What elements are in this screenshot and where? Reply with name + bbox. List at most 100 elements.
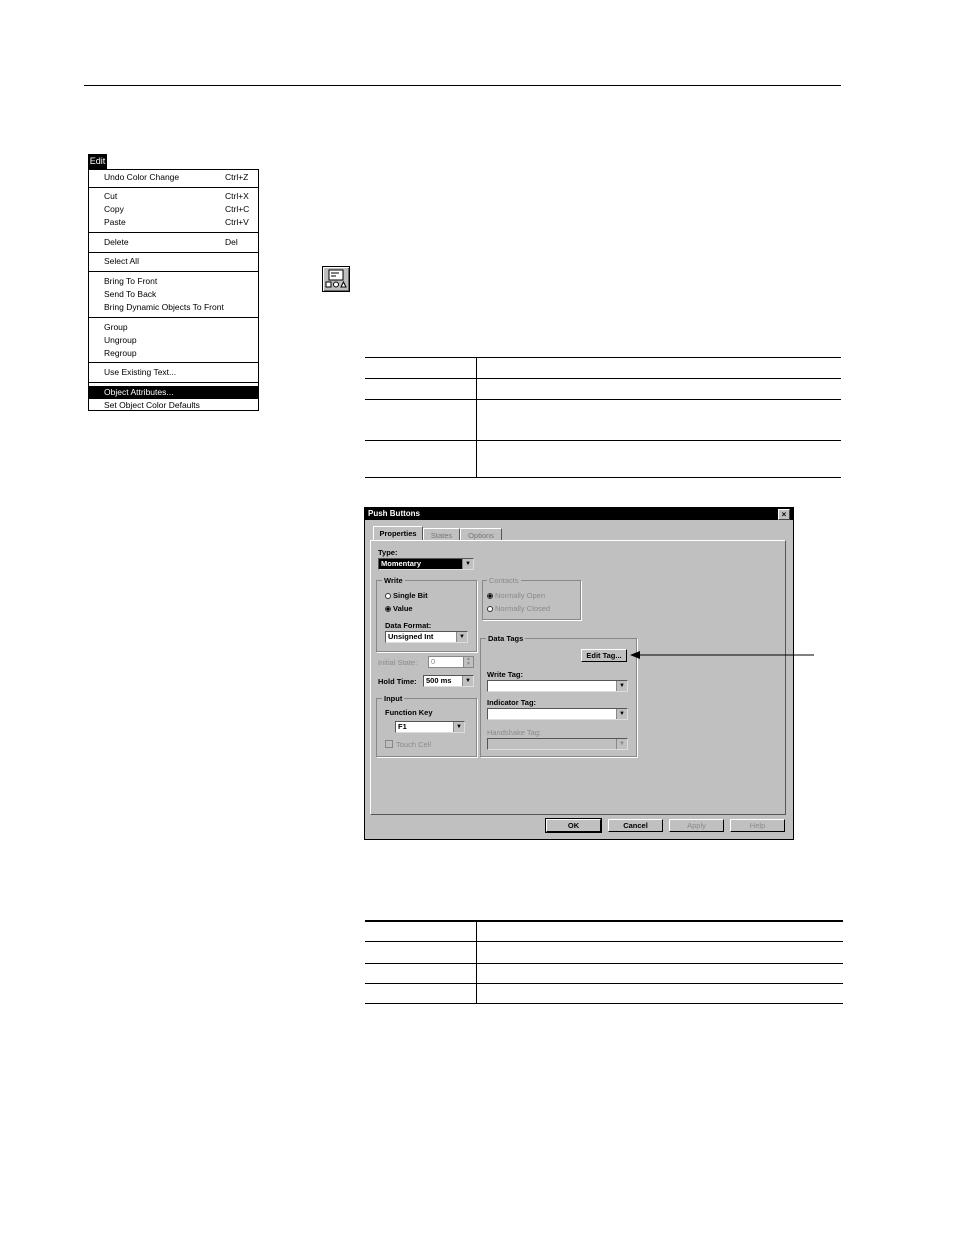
chevron-down-icon: ▼ — [616, 739, 627, 749]
menu-item-cut[interactable]: Cut Ctrl+X — [89, 190, 258, 203]
write-single-bit-radio[interactable]: Single Bit — [385, 591, 428, 600]
close-icon[interactable]: × — [778, 509, 790, 520]
menu-separator — [89, 317, 258, 318]
menu-item-label: Group — [104, 322, 128, 332]
menu-separator — [89, 252, 258, 253]
menu-item-label: Regroup — [104, 348, 137, 358]
dialog-title: Push Buttons — [368, 509, 420, 518]
radio-icon — [487, 606, 493, 612]
table-rule — [365, 983, 843, 984]
tab-properties[interactable]: Properties — [373, 526, 423, 541]
menu-item-label: Cut — [104, 191, 118, 201]
table-column-divider — [476, 357, 477, 478]
radio-label: Normally Closed — [495, 604, 551, 613]
initial-state-spinner[interactable]: 0 ▲ ▼ — [428, 656, 474, 668]
menu-item-label: Undo Color Change — [104, 172, 180, 182]
radio-label: Single Bit — [393, 591, 428, 600]
contacts-group — [482, 580, 581, 620]
table-rule — [365, 920, 843, 922]
menu-item-label: Object Attributes... — [104, 387, 174, 397]
spinner-arrows-icon: ▲ ▼ — [463, 657, 473, 667]
menu-item-label: Copy — [104, 204, 124, 214]
radio-icon — [487, 593, 493, 599]
radio-icon — [385, 606, 391, 612]
menu-item-shortcut: Ctrl+V — [225, 217, 249, 227]
apply-button[interactable]: Apply — [669, 819, 724, 832]
menu-item-label: Bring To Front — [104, 276, 158, 286]
type-select[interactable]: Momentary ▼ — [378, 558, 474, 570]
hold-time-label: Hold Time: — [378, 677, 417, 686]
function-key-label: Function Key — [385, 708, 433, 717]
normally-open-radio[interactable]: Normally Open — [487, 591, 545, 600]
table-rule — [365, 1003, 843, 1004]
edit-menu-title[interactable]: Edit — [88, 154, 107, 169]
touch-cell-checkbox[interactable]: Touch Cell — [385, 740, 431, 749]
table-rule — [365, 941, 843, 942]
menu-item-copy[interactable]: Copy Ctrl+C — [89, 203, 258, 216]
page-top-rule — [84, 85, 841, 86]
cancel-button[interactable]: Cancel — [608, 819, 663, 832]
menu-item-label: Delete — [104, 237, 129, 247]
radio-label: Value — [393, 604, 413, 613]
hold-time-select[interactable]: 500 ms ▼ — [423, 675, 474, 687]
write-value-radio[interactable]: Value — [385, 604, 413, 613]
menu-item-label: Set Object Color Defaults — [104, 400, 200, 410]
menu-item-ungroup[interactable]: Ungroup — [89, 334, 258, 347]
data-format-label: Data Format: — [385, 621, 432, 630]
function-key-select[interactable]: F1 ▼ — [395, 721, 465, 733]
write-tag-select[interactable]: ▼ — [487, 680, 628, 692]
menu-item-send-to-back[interactable]: Send To Back — [89, 288, 258, 301]
menu-item-delete[interactable]: Delete Del — [89, 236, 258, 249]
type-select-value: Momentary — [381, 559, 422, 568]
menu-item-undo[interactable]: Undo Color Change Ctrl+Z — [89, 171, 258, 184]
write-group-label: Write — [382, 576, 405, 585]
edit-menu: Undo Color Change Ctrl+Z Cut Ctrl+X Copy… — [88, 169, 259, 411]
menu-item-bring-dynamic-to-front[interactable]: Bring Dynamic Objects To Front — [89, 301, 258, 314]
table-rule — [365, 399, 841, 400]
menu-item-group[interactable]: Group — [89, 321, 258, 334]
menu-separator — [89, 271, 258, 272]
menu-item-label: Paste — [104, 217, 126, 227]
handshake-tag-label: Handshake Tag: — [487, 728, 542, 737]
menu-item-paste[interactable]: Paste Ctrl+V — [89, 216, 258, 229]
edit-tag-button[interactable]: Edit Tag... — [581, 649, 627, 662]
menu-item-shortcut: Del — [225, 237, 238, 247]
menu-item-shortcut: Ctrl+C — [225, 204, 250, 214]
normally-closed-radio[interactable]: Normally Closed — [487, 604, 550, 613]
menu-separator — [89, 382, 258, 383]
table-rule — [365, 477, 841, 478]
chevron-down-icon: ▼ — [616, 681, 627, 691]
checkbox-icon — [385, 740, 393, 748]
function-key-value: F1 — [398, 722, 407, 731]
menu-separator — [89, 362, 258, 363]
input-group-label: Input — [382, 694, 405, 703]
menu-item-shortcut: Ctrl+X — [225, 191, 249, 201]
push-buttons-dialog: Push Buttons × Properties States Options… — [364, 507, 794, 840]
menu-item-use-existing-text[interactable]: Use Existing Text... — [89, 366, 258, 379]
menu-item-regroup[interactable]: Regroup — [89, 347, 258, 360]
push-button-tool-icon[interactable] — [322, 266, 350, 292]
initial-state-value: 0 — [431, 657, 436, 666]
chevron-down-icon: ▼ — [462, 676, 473, 686]
menu-item-object-attributes[interactable]: Object Attributes... — [89, 386, 258, 399]
menu-item-bring-to-front[interactable]: Bring To Front — [89, 275, 258, 288]
menu-item-set-object-color-defaults[interactable]: Set Object Color Defaults — [89, 399, 258, 412]
type-label: Type: — [378, 548, 398, 557]
table-rule — [365, 357, 841, 358]
radio-icon — [385, 593, 391, 599]
dialog-title-bar: Push Buttons × — [365, 508, 793, 520]
chevron-down-icon: ▼ — [453, 722, 464, 732]
data-tags-group-label: Data Tags — [486, 634, 526, 643]
menu-item-label: Select All — [104, 256, 139, 266]
indicator-tag-select[interactable]: ▼ — [487, 708, 628, 720]
ok-button[interactable]: OK — [545, 818, 602, 833]
menu-item-label: Ungroup — [104, 335, 137, 345]
table-column-divider — [476, 920, 477, 1004]
push-button-tool-glyph — [325, 269, 347, 288]
menu-item-select-all[interactable]: Select All — [89, 255, 258, 268]
data-format-select[interactable]: Unsigned Int ▼ — [385, 631, 468, 643]
menu-item-label: Use Existing Text... — [104, 367, 177, 377]
chevron-down-icon: ▼ — [456, 632, 467, 642]
help-button[interactable]: Help — [730, 819, 785, 832]
handshake-tag-select[interactable]: ▼ — [487, 738, 628, 750]
